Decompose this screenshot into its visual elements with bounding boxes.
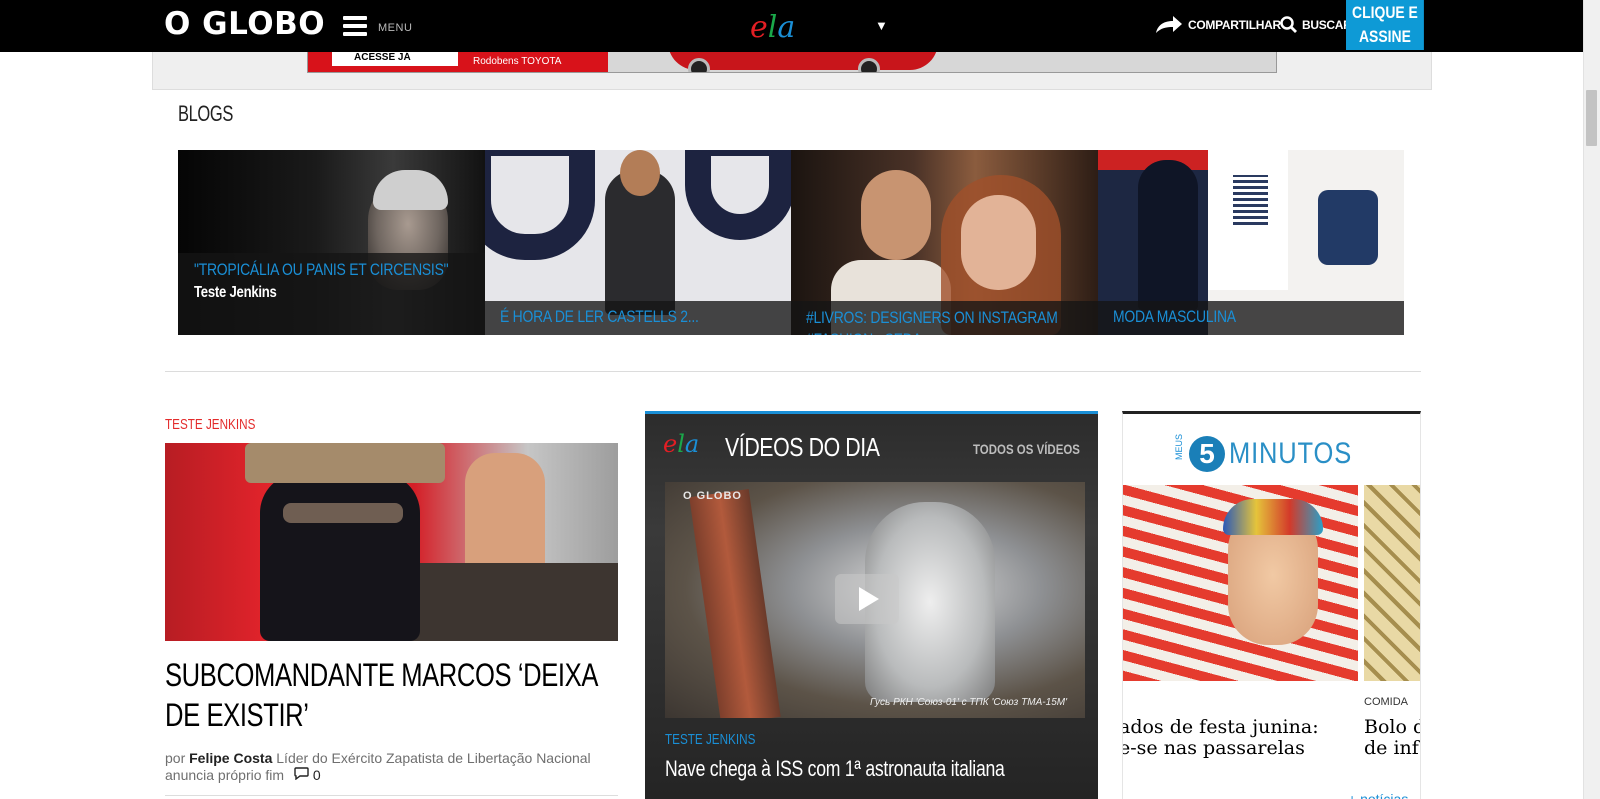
blog-card[interactable]: #LIVROS: DESIGNERS ON INSTAGRAM #FASHION… <box>791 150 1098 335</box>
subscribe-line1: CLIQUE E <box>1352 3 1418 22</box>
top-bar: O GLOBO MENU ela ▼ COMPARTILHAR BUSCAR C… <box>0 0 1583 52</box>
blog-card[interactable]: MODA MASCULINA <box>1098 150 1404 335</box>
subscribe-line2: ASSINE <box>1358 27 1411 46</box>
share-label: COMPARTILHAR <box>1188 18 1281 32</box>
video-player[interactable]: O GLOBO Гусь РКН 'Союз-01' с ТПК 'Союз Т… <box>665 482 1085 718</box>
article-image-detail <box>283 503 403 523</box>
search-label: BUSCAR <box>1302 17 1352 32</box>
ad-car-wheel <box>858 58 880 72</box>
play-icon[interactable] <box>835 574 899 624</box>
more-news-link[interactable]: + notícias <box>1348 791 1408 799</box>
videos-box: ela VÍDEOS DO DIA TODOS OS VÍDEOS O GLOB… <box>645 411 1098 799</box>
article-headline[interactable]: SUBCOMANDANTE MARCOS ‘DEIXA DE EXISTIR’ <box>165 655 613 735</box>
title-line: ados de festa junina: <box>1122 716 1319 738</box>
all-videos-link[interactable]: TODOS OS VÍDEOS <box>973 441 1080 457</box>
five-minutes-number: 5 <box>1189 436 1225 472</box>
article-image-detail <box>260 473 420 641</box>
site-logo[interactable]: O GLOBO <box>164 6 325 42</box>
comment-count: 0 <box>312 767 321 783</box>
video-caption: Гусь РКН 'Союз-01' с ТПК 'Союз ТМА-15М' <box>870 697 1067 708</box>
blogs-carousel: "TROPICÁLIA OU PANIS ET CIRCENSIS" Teste… <box>178 150 1404 335</box>
blog-caption[interactable]: MODA MASCULINA <box>1113 307 1236 327</box>
byline-author[interactable]: Felipe Costa <box>189 750 272 766</box>
title-line: e-se nas passarelas <box>1122 737 1305 759</box>
blog-photo <box>861 170 931 260</box>
ela-videos-logo: ela <box>663 430 700 458</box>
blog-photo-detail <box>485 150 595 260</box>
section-divider <box>165 371 1421 372</box>
title-line: de inf <box>1364 737 1419 759</box>
blog-photo-detail <box>685 150 791 240</box>
ad-banner[interactable]: ACESSE JÁ Rodobens TOYOTA <box>307 52 1277 73</box>
menu-label[interactable]: MENU <box>378 22 412 34</box>
photo-detail <box>1223 499 1323 535</box>
five-minutes-word: MINUTOS <box>1229 437 1353 470</box>
share-icon <box>1156 16 1182 33</box>
blog-card[interactable]: "TROPICÁLIA OU PANIS ET CIRCENSIS" Teste… <box>178 150 485 335</box>
article-image[interactable] <box>165 443 618 641</box>
chevron-down-icon[interactable]: ▼ <box>875 18 888 33</box>
ad-cta[interactable]: ACESSE JÁ <box>332 52 458 66</box>
blog-caption[interactable]: É HORA DE LER CASTELLS 2... <box>500 307 699 327</box>
blog-caption[interactable]: #LIVROS: DESIGNERS ON INSTAGRAM #FASHION… <box>806 307 1085 335</box>
subscribe-button[interactable]: CLIQUE E ASSINE <box>1346 0 1424 50</box>
comments-link[interactable]: 0 <box>294 767 321 783</box>
video-frame-detail <box>689 488 781 718</box>
ad-car-wheel <box>688 58 710 72</box>
five-minutes-photo[interactable] <box>1123 485 1358 681</box>
share-button[interactable]: COMPARTILHAR <box>1156 16 1281 34</box>
article-byline: por Felipe Costa Líder do Exército Zapat… <box>165 750 605 784</box>
five-minutes-category[interactable]: COMIDA <box>1364 696 1408 708</box>
five-minutes-box: MEUS 5 MINUTOS COMIDA ados de festa juni… <box>1122 411 1421 799</box>
blog-photo-detail <box>373 170 448 210</box>
videos-title: VÍDEOS DO DIA <box>725 432 880 462</box>
five-minutes-logo[interactable]: MEUS 5 MINUTOS <box>1173 433 1374 472</box>
blog-caption[interactable]: "TROPICÁLIA OU PANIS ET CIRCENSIS" <box>194 260 449 280</box>
blog-card[interactable]: É HORA DE LER CASTELLS 2... <box>485 150 791 335</box>
blog-photo <box>961 195 1036 290</box>
article-kicker[interactable]: TESTE JENKINS <box>165 416 255 433</box>
title-line: Bolo d <box>1364 716 1421 738</box>
scrollbar-thumb[interactable] <box>1586 90 1597 146</box>
blogs-section-title[interactable]: BLOGS <box>178 101 233 127</box>
article-image-detail <box>245 443 445 483</box>
video-watermark: O GLOBO <box>683 490 742 502</box>
ad-brand: Rodobens TOYOTA <box>473 56 562 67</box>
menu-icon[interactable] <box>343 16 367 36</box>
article-divider <box>165 795 618 796</box>
blog-photo-detail <box>1233 175 1268 225</box>
byline-prefix: por <box>165 750 186 766</box>
five-minutes-photo[interactable] <box>1364 485 1420 681</box>
ela-section-logo[interactable]: ela <box>750 10 795 45</box>
search-icon <box>1280 16 1297 33</box>
search-button[interactable]: BUSCAR <box>1280 16 1352 33</box>
five-minutes-title[interactable]: ados de festa junina: e-se nas passarela… <box>1122 716 1359 759</box>
video-kicker[interactable]: TESTE JENKINS <box>665 731 755 748</box>
five-minutes-title[interactable]: Bolo d de inf <box>1364 716 1421 759</box>
blog-photo-detail <box>1318 190 1378 265</box>
blog-photo-detail <box>620 150 660 196</box>
blog-author: Teste Jenkins <box>194 284 277 301</box>
five-minutes-meus: MEUS <box>1174 433 1184 460</box>
video-headline[interactable]: Nave chega à ISS com 1ª astronauta itali… <box>665 756 1005 782</box>
comment-icon <box>294 767 309 781</box>
